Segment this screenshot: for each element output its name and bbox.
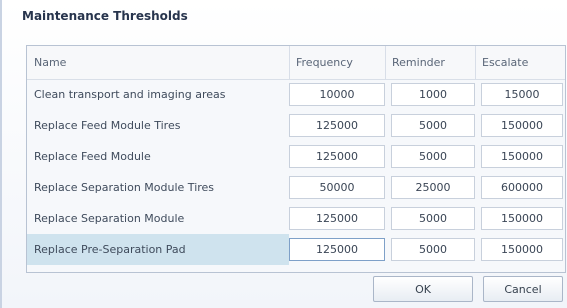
row-name: Replace Pre-Separation Pad: [27, 234, 289, 265]
escalate-input[interactable]: 150000: [481, 145, 563, 168]
escalate-input[interactable]: 150000: [481, 238, 563, 261]
row-name: Clean transport and imaging areas: [34, 88, 226, 101]
reminder-input[interactable]: 5000: [391, 114, 475, 137]
table-row[interactable]: Replace Separation Module Tires 50000 25…: [27, 172, 565, 203]
reminder-input[interactable]: 5000: [391, 145, 475, 168]
reminder-input[interactable]: 5000: [391, 207, 475, 230]
row-name: Replace Separation Module Tires: [34, 181, 215, 194]
escalate-input[interactable]: 600000: [481, 176, 563, 199]
frequency-input[interactable]: 125000: [289, 207, 385, 230]
reminder-input[interactable]: 5000: [391, 238, 475, 261]
escalate-input[interactable]: 150000: [481, 114, 563, 137]
frequency-input[interactable]: 125000: [289, 114, 385, 137]
cancel-button[interactable]: Cancel: [483, 276, 563, 302]
header-frequency: Frequency: [296, 56, 353, 69]
header-name: Name: [34, 56, 67, 69]
header-escalate: Escalate: [482, 56, 529, 69]
table-row-selected[interactable]: Replace Pre-Separation Pad 125000 5000 1…: [27, 234, 565, 265]
ok-button[interactable]: OK: [373, 276, 473, 302]
thresholds-table: Name Frequency Reminder Escalate Clean t…: [26, 45, 566, 273]
dialog-title: Maintenance Thresholds: [22, 9, 188, 23]
reminder-input[interactable]: 1000: [391, 83, 475, 106]
table-row[interactable]: Replace Separation Module 125000 5000 15…: [27, 203, 565, 234]
header-reminder: Reminder: [392, 56, 445, 69]
frequency-input[interactable]: 125000: [289, 238, 385, 261]
maintenance-thresholds-dialog: Maintenance Thresholds Name Frequency Re…: [0, 0, 567, 308]
frequency-input[interactable]: 125000: [289, 145, 385, 168]
table-row[interactable]: Clean transport and imaging areas 10000 …: [27, 79, 565, 110]
row-name: Replace Feed Module Tires: [34, 119, 181, 132]
table-row[interactable]: Replace Feed Module Tires 125000 5000 15…: [27, 110, 565, 141]
frequency-input[interactable]: 50000: [289, 176, 385, 199]
escalate-input[interactable]: 150000: [481, 207, 563, 230]
row-name: Replace Feed Module: [34, 150, 151, 163]
table-header: Name Frequency Reminder Escalate: [27, 46, 565, 80]
reminder-input[interactable]: 25000: [391, 176, 475, 199]
row-name: Replace Separation Module: [34, 212, 185, 225]
escalate-input[interactable]: 15000: [481, 83, 563, 106]
table-row[interactable]: Replace Feed Module 125000 5000 150000: [27, 141, 565, 172]
frequency-input[interactable]: 10000: [289, 83, 385, 106]
